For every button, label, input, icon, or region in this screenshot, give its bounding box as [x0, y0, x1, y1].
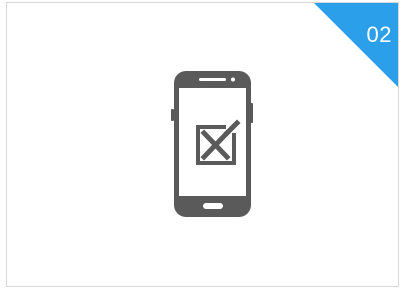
- phone-side-button: [171, 109, 174, 121]
- phone-home-button: [203, 203, 223, 209]
- step-card: 02: [6, 2, 399, 287]
- phone-camera: [231, 77, 235, 82]
- phone-speaker: [199, 78, 226, 81]
- phone-with-checkbox-x-icon: [171, 71, 253, 217]
- step-number: 02: [366, 22, 392, 47]
